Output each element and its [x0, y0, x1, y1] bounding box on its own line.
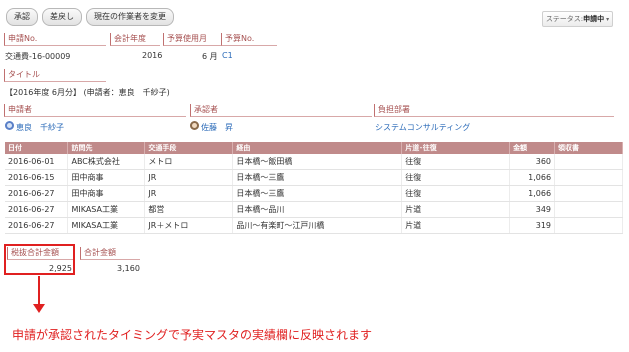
- column-header-route: 経由: [232, 142, 403, 154]
- action-toolbar: 承認 差戻し 現在の作業者を変更: [6, 8, 174, 26]
- cell-amount: 1,066: [509, 185, 556, 202]
- cell-amount: 349: [509, 201, 556, 218]
- cell-trip-type: 片道: [401, 201, 511, 218]
- cell-route: 日本橋～品川: [232, 201, 403, 218]
- applicant-avatar-icon: [5, 121, 14, 130]
- table-row: 2016-06-27 田中商事 JR 日本橋～三鷹 往復 1,066: [5, 185, 623, 202]
- department-label: 負担部署: [374, 104, 614, 117]
- cell-trip-type: 往復: [401, 154, 511, 170]
- return-button[interactable]: 差戻し: [42, 8, 82, 26]
- cell-amount: 319: [509, 217, 556, 234]
- cell-route: 日本橋～三鷹: [232, 169, 403, 186]
- column-header-date: 日付: [5, 142, 69, 154]
- pretax-total-value: 2,925: [49, 264, 72, 273]
- status-prefix: ステータス:: [545, 15, 584, 23]
- table-row: 2016-06-01 ABC株式会社 メトロ 日本橋～飯田橋 往復 360: [5, 154, 623, 170]
- approver-link[interactable]: 佐藤 昇: [201, 122, 233, 133]
- chevron-down-icon: ▾: [606, 16, 610, 23]
- approve-button[interactable]: 承認: [6, 8, 38, 26]
- cell-destination: MIKASA工業: [67, 217, 146, 234]
- department-link[interactable]: システムコンサルティング: [375, 122, 470, 133]
- cell-receipt: [554, 201, 623, 218]
- column-header-trip-type: 片道･往復: [401, 142, 511, 154]
- budget-no-link[interactable]: C1: [222, 51, 233, 60]
- application-no-label: 申請No.: [4, 33, 106, 46]
- cell-destination: 田中商事: [67, 185, 146, 202]
- cell-trip-type: 片道: [401, 217, 511, 234]
- cell-amount: 360: [509, 154, 556, 170]
- cell-destination: 田中商事: [67, 169, 146, 186]
- cell-trip-type: 往復: [401, 185, 511, 202]
- accounting-year-label: 会計年度: [110, 33, 160, 46]
- cell-date: 2016-06-27: [5, 217, 69, 234]
- table-row: 2016-06-15 田中商事 JR 日本橋～三鷹 往復 1,066: [5, 169, 623, 186]
- arrow-down-icon: [33, 304, 45, 313]
- cell-transport: 都営: [144, 201, 234, 218]
- cell-date: 2016-06-27: [5, 185, 69, 202]
- budget-month-value: 6 月: [202, 52, 218, 61]
- budget-month-label: 予算使用月: [163, 33, 221, 46]
- application-detail-page: 承認 差戻し 現在の作業者を変更 ステータス:申請中 ▾ 申請No. 交通費-16…: [0, 0, 629, 352]
- annotation-note: 申請が承認されたタイミングで予実マスタの実績欄に反映されます: [12, 328, 373, 342]
- accounting-year-value: 2016: [142, 51, 163, 60]
- column-header-receipt: 領収書: [554, 142, 623, 154]
- table-header-row: 日付 訪問先 交通手段 経由 片道･往復 金額 領収書: [5, 142, 623, 154]
- cell-receipt: [554, 154, 623, 170]
- cell-transport: JR: [144, 185, 234, 202]
- pretax-total-label: 税抜合計金額: [7, 247, 73, 260]
- cell-route: 品川～有楽町～江戸川橋: [232, 217, 403, 234]
- table-row: 2016-06-27 MIKASA工業 JR＋メトロ 品川～有楽町～江戸川橋 片…: [5, 217, 623, 234]
- total-amount-value: 3,160: [117, 264, 140, 273]
- cell-route: 日本橋～飯田橋: [232, 154, 403, 170]
- cell-date: 2016-06-27: [5, 201, 69, 218]
- applicant-link[interactable]: 恵良 千紗子: [16, 122, 64, 133]
- cell-date: 2016-06-01: [5, 154, 69, 170]
- cell-destination: MIKASA工業: [67, 201, 146, 218]
- cell-receipt: [554, 185, 623, 202]
- cell-amount: 1,066: [509, 169, 556, 186]
- status-value: 申請中: [583, 15, 605, 23]
- cell-trip-type: 往復: [401, 169, 511, 186]
- cell-receipt: [554, 217, 623, 234]
- title-value: 【2016年度 6月分】 (申請者：恵良 千紗子): [5, 88, 170, 97]
- annotation-arrow-line: [38, 276, 40, 306]
- change-worker-button[interactable]: 現在の作業者を変更: [86, 8, 174, 26]
- approver-label: 承認者: [190, 104, 372, 117]
- cell-date: 2016-06-15: [5, 169, 69, 186]
- column-header-amount: 金額: [509, 142, 556, 154]
- cell-transport: JR: [144, 169, 234, 186]
- approver-avatar-icon: [190, 121, 199, 130]
- table-row: 2016-06-27 MIKASA工業 都営 日本橋～品川 片道 349: [5, 201, 623, 218]
- applicant-label: 申請者: [4, 104, 186, 117]
- column-header-destination: 訪問先: [67, 142, 146, 154]
- cell-receipt: [554, 169, 623, 186]
- column-header-transport: 交通手段: [144, 142, 234, 154]
- total-amount-label: 合計金額: [80, 247, 140, 260]
- expense-detail-table: 日付 訪問先 交通手段 経由 片道･往復 金額 領収書 2016-06-01 A…: [5, 142, 623, 234]
- status-dropdown[interactable]: ステータス:申請中 ▾: [542, 11, 613, 27]
- cell-transport: メトロ: [144, 154, 234, 170]
- budget-no-label: 予算No.: [221, 33, 277, 46]
- cell-destination: ABC株式会社: [67, 154, 146, 170]
- application-no-value: 交通費-16-00009: [5, 52, 71, 61]
- title-label: タイトル: [4, 69, 106, 82]
- cell-transport: JR＋メトロ: [144, 217, 234, 234]
- cell-route: 日本橋～三鷹: [232, 185, 403, 202]
